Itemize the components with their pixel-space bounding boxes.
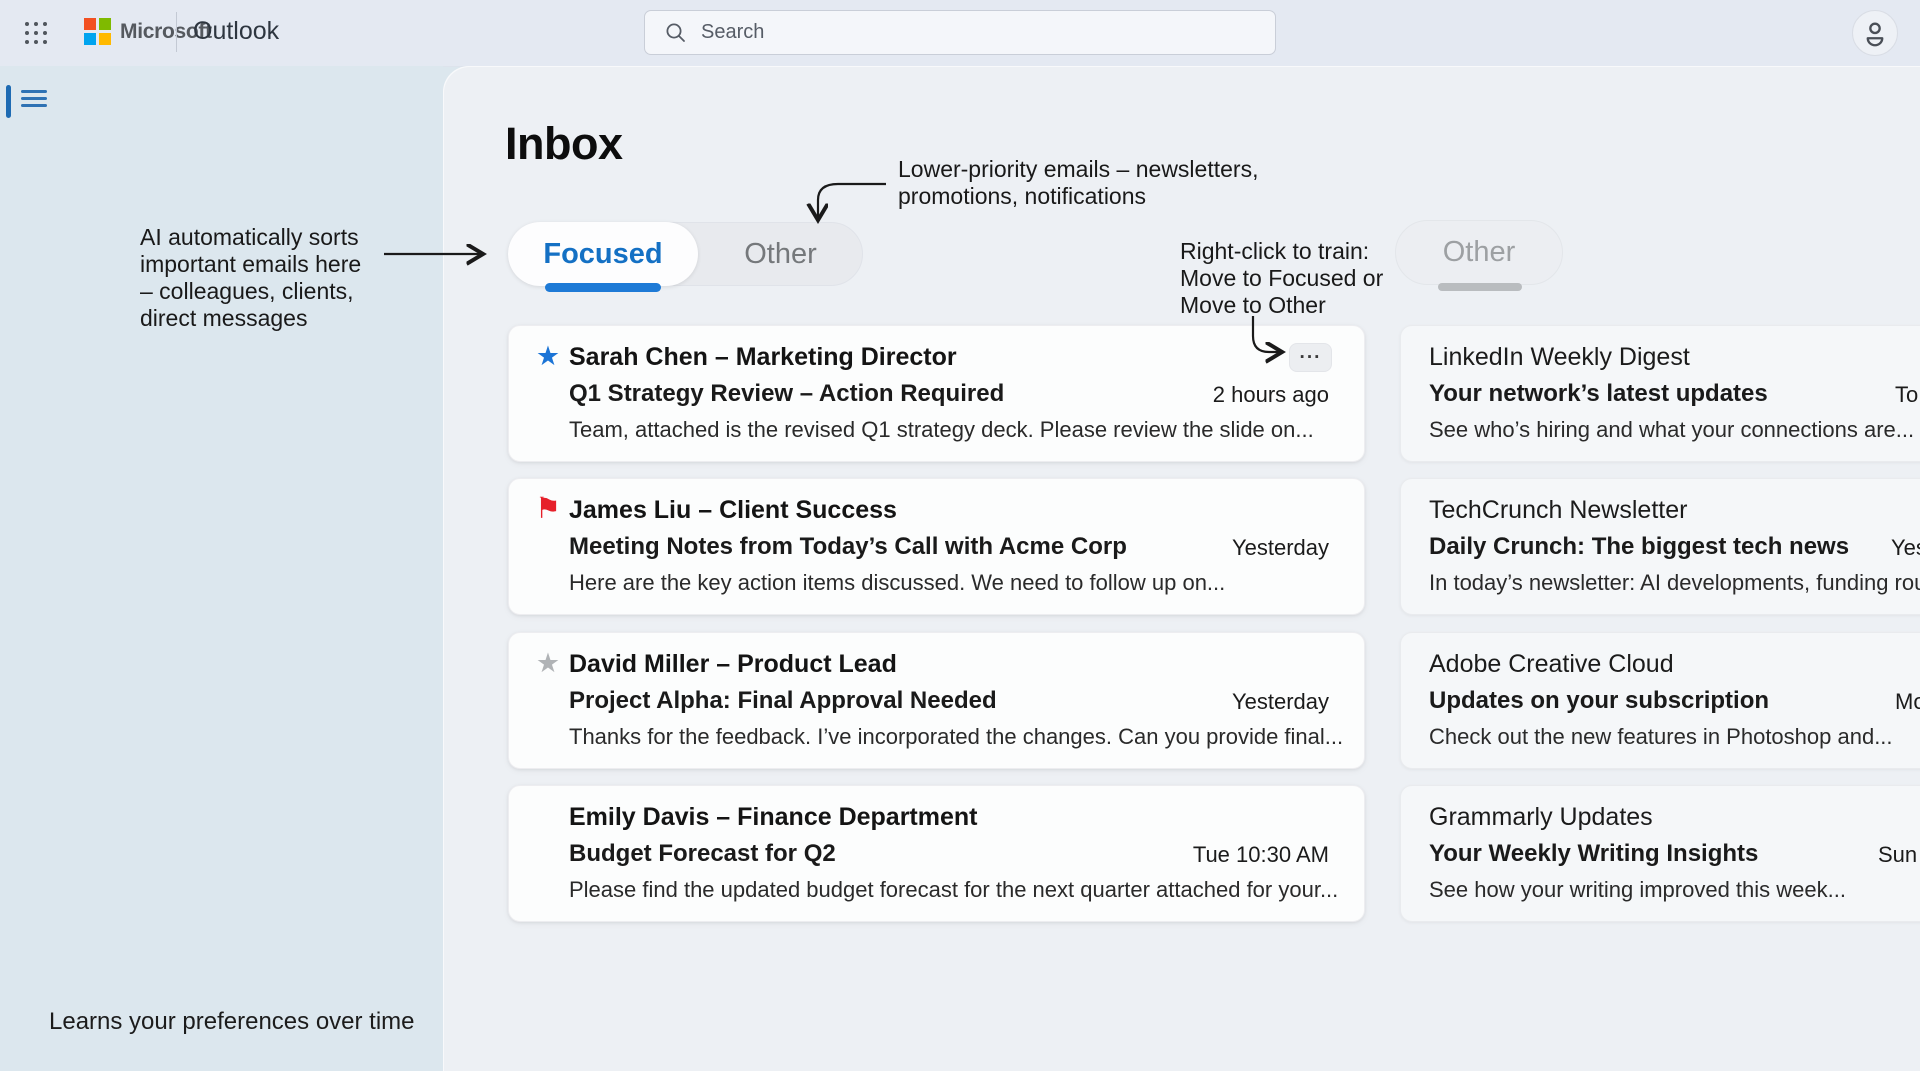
email-sender: LinkedIn Weekly Digest	[1429, 343, 1690, 372]
email-sender: Adobe Creative Cloud	[1429, 650, 1674, 679]
tab-focused-active-underline	[545, 283, 661, 292]
other-panel-tab[interactable]: Other	[1395, 220, 1563, 285]
outlook-window: Microsoft Outlook Search AI automaticall…	[0, 0, 1920, 1071]
email-sender: Sarah Chen – Marketing Director	[569, 343, 957, 372]
app-launcher-icon[interactable]	[20, 17, 52, 49]
search-input[interactable]: Search	[644, 10, 1276, 55]
email-preview: In today’s newsletter: AI developments, …	[1429, 570, 1920, 596]
email-preview: Please find the updated budget forecast …	[569, 877, 1338, 903]
top-bar: Microsoft Outlook Search	[0, 0, 1920, 67]
app-launcher-grid-icon	[20, 17, 52, 49]
email-preview: Thanks for the feedback. I’ve incorporat…	[569, 724, 1343, 750]
email-row-other-4[interactable]: Grammarly Updates Your Weekly Writing In…	[1400, 785, 1920, 922]
account-button[interactable]	[1852, 10, 1898, 56]
other-panel-tab-label: Other	[1443, 236, 1516, 269]
annotation-focused-inbox: AI automatically sorts important emails …	[140, 224, 400, 332]
sidebar: AI automatically sorts important emails …	[0, 66, 443, 1071]
product-title: Outlook	[193, 17, 279, 46]
email-time: Yesterday	[1232, 689, 1329, 715]
microsoft-logo-icon	[84, 18, 111, 45]
email-row-focused-3[interactable]: ★ David Miller – Product Lead Project Al…	[508, 632, 1365, 769]
email-sender: Emily Davis – Finance Department	[569, 803, 977, 832]
page-title: Inbox	[505, 118, 623, 170]
annotation-right-click-train: Right-click to train: Move to Focused or…	[1180, 238, 1383, 319]
email-sender: James Liu – Client Success	[569, 496, 897, 525]
email-time: Yesterday	[1232, 535, 1329, 561]
email-subject: Your Weekly Writing Insights	[1429, 840, 1758, 868]
email-row-other-2[interactable]: TechCrunch Newsletter Daily Crunch: The …	[1400, 478, 1920, 615]
email-row-other-1[interactable]: LinkedIn Weekly Digest Your network’s la…	[1400, 325, 1920, 462]
other-panel-tab-underline	[1438, 283, 1522, 291]
tab-focused[interactable]: Focused	[508, 222, 698, 286]
topbar-divider	[176, 12, 177, 52]
tab-other-label: Other	[744, 238, 817, 271]
email-subject: Budget Forecast for Q2	[569, 840, 836, 868]
email-subject: Daily Crunch: The biggest tech news	[1429, 533, 1849, 561]
sidebar-footer-note: Learns your preferences over time	[49, 1008, 415, 1036]
email-row-focused-4[interactable]: Emily Davis – Finance Department Budget …	[508, 785, 1365, 922]
nav-accent-bar	[6, 85, 11, 118]
inbox-tab-switcher: Focused Other	[508, 222, 863, 286]
email-time: Mor	[1895, 689, 1920, 715]
email-row-focused-2[interactable]: ⚑ James Liu – Client Success Meeting Not…	[508, 478, 1365, 615]
email-sender: Grammarly Updates	[1429, 803, 1653, 832]
email-row-other-3[interactable]: Adobe Creative Cloud Updates on your sub…	[1400, 632, 1920, 769]
email-time: 2 hours ago	[1213, 382, 1329, 408]
tab-other[interactable]: Other	[698, 223, 863, 285]
email-time: Yest	[1891, 535, 1920, 561]
email-subject: Your network’s latest updates	[1429, 380, 1768, 408]
more-options-button[interactable]: ···	[1289, 343, 1332, 372]
email-sender: David Miller – Product Lead	[569, 650, 897, 679]
annotation-other-tab: Lower-priority emails – newsletters, pro…	[898, 156, 1258, 210]
tab-focused-label: Focused	[543, 238, 662, 271]
email-subject: Q1 Strategy Review – Action Required	[569, 380, 1004, 408]
person-icon	[1861, 19, 1889, 47]
search-placeholder: Search	[701, 21, 764, 44]
email-sender: TechCrunch Newsletter	[1429, 496, 1687, 525]
email-subject: Updates on your subscription	[1429, 687, 1769, 715]
email-time: Tue 10:30 AM	[1193, 842, 1329, 868]
email-time: Sun	[1878, 842, 1917, 868]
email-subject: Meeting Notes from Today’s Call with Acm…	[569, 533, 1127, 561]
flag-icon[interactable]: ⚑	[531, 492, 565, 526]
star-icon[interactable]: ★	[531, 646, 565, 680]
email-time: To	[1895, 382, 1918, 408]
email-subject: Project Alpha: Final Approval Needed	[569, 687, 997, 715]
star-icon[interactable]: ★	[531, 339, 565, 373]
hamburger-menu-icon[interactable]	[21, 89, 49, 111]
email-row-focused-1[interactable]: ★ Sarah Chen – Marketing Director Q1 Str…	[508, 325, 1365, 462]
email-preview: Team, attached is the revised Q1 strateg…	[569, 417, 1314, 443]
email-preview: Check out the new features in Photoshop …	[1429, 724, 1893, 750]
email-preview: See how your writing improved this week.…	[1429, 877, 1846, 903]
email-preview: See who’s hiring and what your connectio…	[1429, 417, 1914, 443]
email-preview: Here are the key action items discussed.…	[569, 570, 1225, 596]
search-icon	[665, 22, 687, 44]
